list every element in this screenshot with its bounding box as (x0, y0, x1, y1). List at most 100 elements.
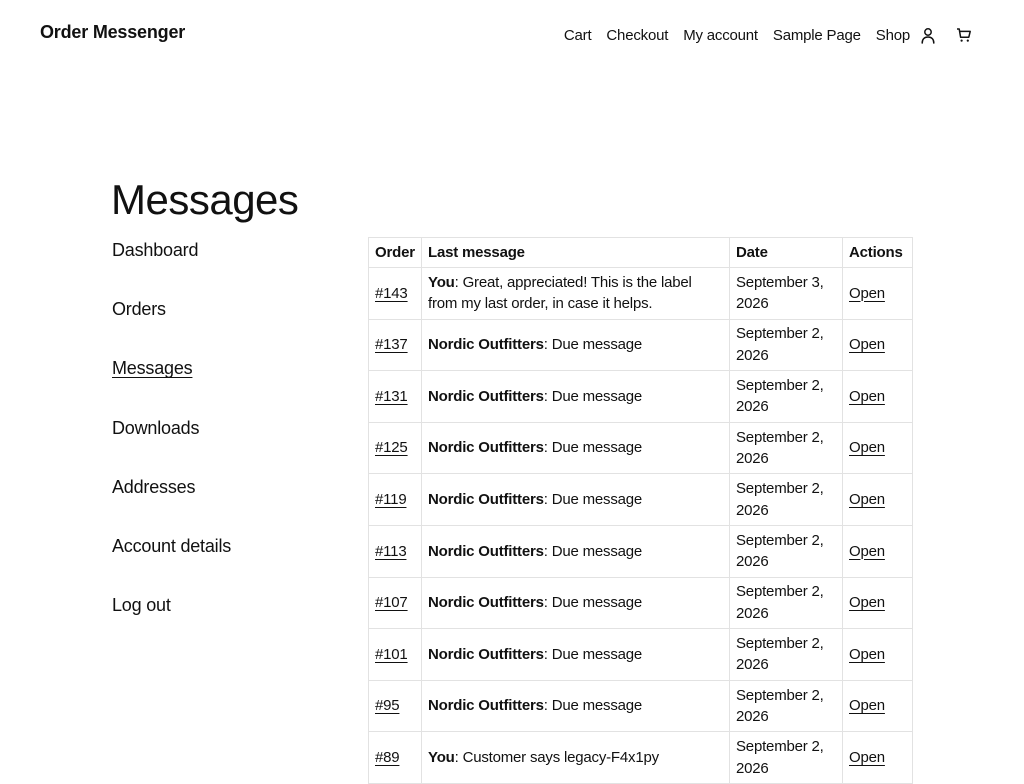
table-row: #101 Nordic Outfitters: Due message Sept… (368, 628, 913, 681)
open-link[interactable]: Open (849, 594, 885, 611)
actions-cell: Open (842, 473, 913, 526)
order-cell: #137 (368, 318, 422, 372)
message-text: Due message (551, 387, 643, 405)
last-message-cell: You: Great, appreciated! This is the lab… (421, 267, 730, 320)
nav-link-checkout[interactable]: Checkout (606, 27, 668, 44)
primary-nav: Cart Checkout My account Sample Page Sho… (564, 25, 974, 45)
open-link[interactable]: Open (849, 491, 885, 508)
account-nav-link-downloads[interactable]: Downloads (112, 418, 199, 438)
open-link[interactable]: Open (849, 439, 885, 456)
table-row: #89 You: Customer says legacy-F4x1py Sep… (368, 731, 913, 784)
order-cell: #119 (368, 473, 422, 526)
message-sender: You (428, 273, 455, 291)
account-nav-link-orders[interactable]: Orders (112, 299, 166, 319)
last-message-cell: Nordic Outfitters: Due message (421, 576, 730, 630)
actions-cell: Open (842, 370, 913, 423)
account-nav-link-dashboard[interactable]: Dashboard (112, 240, 198, 260)
nav-link-shop[interactable]: Shop (876, 27, 910, 44)
actions-cell: Open (842, 524, 913, 578)
cart-icon[interactable] (954, 25, 974, 45)
message-sender: Nordic Outfitters (428, 439, 544, 457)
last-message-cell: Nordic Outfitters: Due message (421, 473, 730, 526)
message-sender: Nordic Outfitters (428, 490, 544, 508)
account-nav-link-messages[interactable]: Messages (112, 358, 193, 378)
order-cell: #113 (368, 524, 422, 578)
open-link[interactable]: Open (849, 336, 885, 353)
last-message-cell: You: Customer says legacy-F4x1py (421, 731, 730, 784)
column-header-actions: Actions (842, 237, 913, 268)
last-message-cell: Nordic Outfitters: Due message (421, 524, 730, 578)
message-text: Due message (551, 542, 643, 560)
account-nav-link-log-out[interactable]: Log out (112, 595, 171, 615)
message-text: Due message (551, 336, 643, 354)
account-nav-item-addresses: Addresses (112, 475, 332, 534)
nav-link-sample-page[interactable]: Sample Page (773, 27, 861, 44)
open-link[interactable]: Open (849, 646, 885, 663)
account-nav-link-addresses[interactable]: Addresses (112, 477, 195, 497)
column-header-last-message: Last message (421, 237, 730, 268)
order-link[interactable]: #113 (375, 543, 407, 560)
message-text: Due message (551, 697, 643, 715)
account-nav-link-account-details[interactable]: Account details (112, 536, 231, 556)
column-header-order: Order (368, 237, 422, 268)
message-sender: Nordic Outfitters (428, 387, 544, 405)
open-link[interactable]: Open (849, 749, 885, 766)
date-cell: September 2, 2026 (729, 318, 843, 372)
site-title[interactable]: Order Messenger (40, 22, 185, 43)
order-link[interactable]: #143 (375, 285, 408, 302)
message-sender: Nordic Outfitters (428, 542, 544, 560)
message-text: Due message (551, 594, 643, 612)
message-sender: Nordic Outfitters (428, 645, 544, 663)
actions-cell: Open (842, 576, 913, 630)
nav-link-my-account[interactable]: My account (683, 27, 758, 44)
table-header: Order Last message Date Actions (368, 237, 913, 268)
order-link[interactable]: #101 (375, 646, 408, 663)
open-link[interactable]: Open (849, 388, 885, 405)
date-cell: September 2, 2026 (729, 679, 843, 733)
actions-cell: Open (842, 679, 913, 733)
open-link[interactable]: Open (849, 543, 885, 560)
nav-link-cart[interactable]: Cart (564, 27, 592, 44)
message-text: Due message (551, 645, 643, 663)
actions-cell: Open (842, 318, 913, 372)
site-header: Order Messenger Cart Checkout My account… (0, 0, 1024, 68)
order-link[interactable]: #119 (375, 491, 407, 508)
actions-cell: Open (842, 628, 913, 681)
last-message-cell: Nordic Outfitters: Due message (421, 421, 730, 475)
account-nav-item-log-out: Log out (112, 593, 332, 652)
date-cell: September 2, 2026 (729, 473, 843, 526)
order-link[interactable]: #137 (375, 336, 408, 353)
order-link[interactable]: #89 (375, 749, 400, 766)
message-sender: Nordic Outfitters (428, 697, 544, 715)
last-message-cell: Nordic Outfitters: Due message (421, 679, 730, 733)
table-row: #137 Nordic Outfitters: Due message Sept… (368, 318, 913, 372)
date-cell: September 2, 2026 (729, 524, 843, 578)
table-row: #143 You: Great, appreciated! This is th… (368, 267, 913, 320)
actions-cell: Open (842, 731, 913, 784)
message-sender: Nordic Outfitters (428, 336, 544, 354)
open-link[interactable]: Open (849, 285, 885, 302)
message-text: Great, appreciated! This is the label fr… (428, 273, 692, 313)
date-cell: September 2, 2026 (729, 628, 843, 681)
open-link[interactable]: Open (849, 697, 885, 714)
order-cell: #125 (368, 421, 422, 475)
user-icon[interactable] (918, 25, 938, 45)
last-message-cell: Nordic Outfitters: Due message (421, 628, 730, 681)
order-cell: #131 (368, 370, 422, 423)
table-row: #107 Nordic Outfitters: Due message Sept… (368, 576, 913, 630)
date-cell: September 2, 2026 (729, 421, 843, 475)
table-header-row: Order Last message Date Actions (368, 237, 913, 268)
order-link[interactable]: #107 (375, 594, 408, 611)
order-cell: #89 (368, 731, 422, 784)
message-text: Customer says legacy-F4x1py (462, 748, 660, 766)
account-nav-item-dashboard: Dashboard (112, 238, 332, 297)
order-link[interactable]: #131 (375, 388, 408, 405)
message-sender: You (428, 748, 455, 766)
order-link[interactable]: #125 (375, 439, 408, 456)
table-row: #125 Nordic Outfitters: Due message Sept… (368, 421, 913, 475)
order-link[interactable]: #95 (375, 697, 400, 714)
messages-table: Order Last message Date Actions #143 You… (368, 237, 913, 784)
date-cell: September 2, 2026 (729, 370, 843, 423)
messages-table-container: Order Last message Date Actions #143 You… (368, 237, 913, 784)
account-nav-item-account-details: Account details (112, 534, 332, 593)
